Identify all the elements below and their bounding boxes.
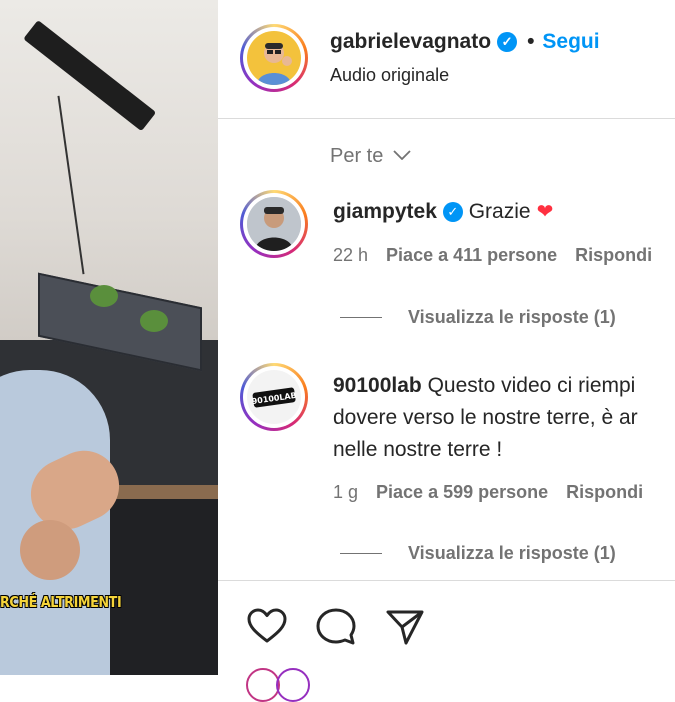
comment-time: 22 h: [333, 245, 369, 265]
comment-username[interactable]: 90100lab: [333, 374, 422, 397]
chevron-down-icon: [389, 147, 411, 163]
reel-video[interactable]: RCHÉ ALTRIMENTI: [0, 0, 218, 675]
verified-badge-icon: ✓: [442, 202, 463, 222]
comment-text-line: dovere verso le nostre terre, è ar: [333, 406, 638, 429]
reply-button[interactable]: Rispondi: [575, 245, 652, 265]
avatar-illustration: [257, 43, 292, 85]
comment-button[interactable]: [314, 605, 358, 649]
audio-link[interactable]: Audio originale: [330, 65, 449, 86]
comment-likes[interactable]: Piace a 411 persone: [386, 245, 557, 265]
comment-text-line: 90100lab Questo video ci riempi: [333, 370, 635, 402]
sort-label: Per te: [330, 145, 384, 167]
author-avatar[interactable]: [240, 24, 308, 92]
share-icon: [386, 610, 424, 645]
view-replies-label: Visualizza le risposte (1): [408, 307, 616, 327]
comment-text-line: nelle nostre terre !: [333, 438, 503, 461]
avatar-logo: 90100LAB: [247, 370, 301, 424]
red-heart-emoji: ❤: [536, 201, 554, 223]
follow-button[interactable]: Segui: [542, 30, 599, 53]
video-caption: RCHÉ ALTRIMENTI: [0, 593, 122, 611]
like-button[interactable]: [245, 605, 289, 649]
commenter-avatar[interactable]: 90100LAB: [240, 363, 308, 431]
view-replies-button[interactable]: Visualizza le risposte (1): [340, 543, 616, 564]
hand: [20, 520, 80, 580]
share-button[interactable]: [383, 605, 427, 649]
comment-username[interactable]: giampytek: [333, 200, 437, 223]
author-username[interactable]: gabrielevagnato: [330, 30, 491, 53]
reply-button[interactable]: Rispondi: [566, 482, 643, 502]
comment-text: Questo video ci riempi: [427, 374, 636, 397]
comment-text-line: giampytek ✓ Grazie ❤: [333, 196, 553, 228]
heart-icon: [247, 608, 287, 643]
view-replies-label: Visualizza le risposte (1): [408, 543, 616, 563]
post-actions-bar: [218, 580, 675, 676]
post-header: gabrielevagnato ✓ • Segui Audio originale: [218, 0, 675, 119]
comment-meta: 1 g Piace a 599 persone Rispondi: [333, 482, 661, 503]
post-author-line: gabrielevagnato ✓ • Segui: [330, 30, 600, 54]
comment-icon: [316, 608, 356, 645]
comment-meta: 22 h Piace a 411 persone Rispondi: [333, 245, 670, 266]
liker-avatar-peek: [276, 668, 310, 702]
plant: [90, 285, 118, 307]
commenter-avatar[interactable]: [240, 190, 308, 258]
avatar-photo: [247, 197, 301, 251]
view-replies-button[interactable]: Visualizza le risposte (1): [340, 307, 616, 328]
comment-sort-dropdown[interactable]: Per te: [330, 145, 411, 168]
plant: [140, 310, 168, 332]
comment-time: 1 g: [333, 482, 359, 502]
separator-dot: •: [527, 30, 535, 53]
replies-divider: [340, 317, 382, 318]
comment-text: Grazie: [468, 200, 531, 223]
comments-panel: gabrielevagnato ✓ • Segui Audio originale P…: [218, 0, 675, 702]
verified-badge-icon: ✓: [497, 32, 518, 52]
replies-divider: [340, 553, 382, 554]
liker-avatar-peek: [246, 668, 280, 702]
comment-likes[interactable]: Piace a 599 persone: [376, 482, 548, 502]
